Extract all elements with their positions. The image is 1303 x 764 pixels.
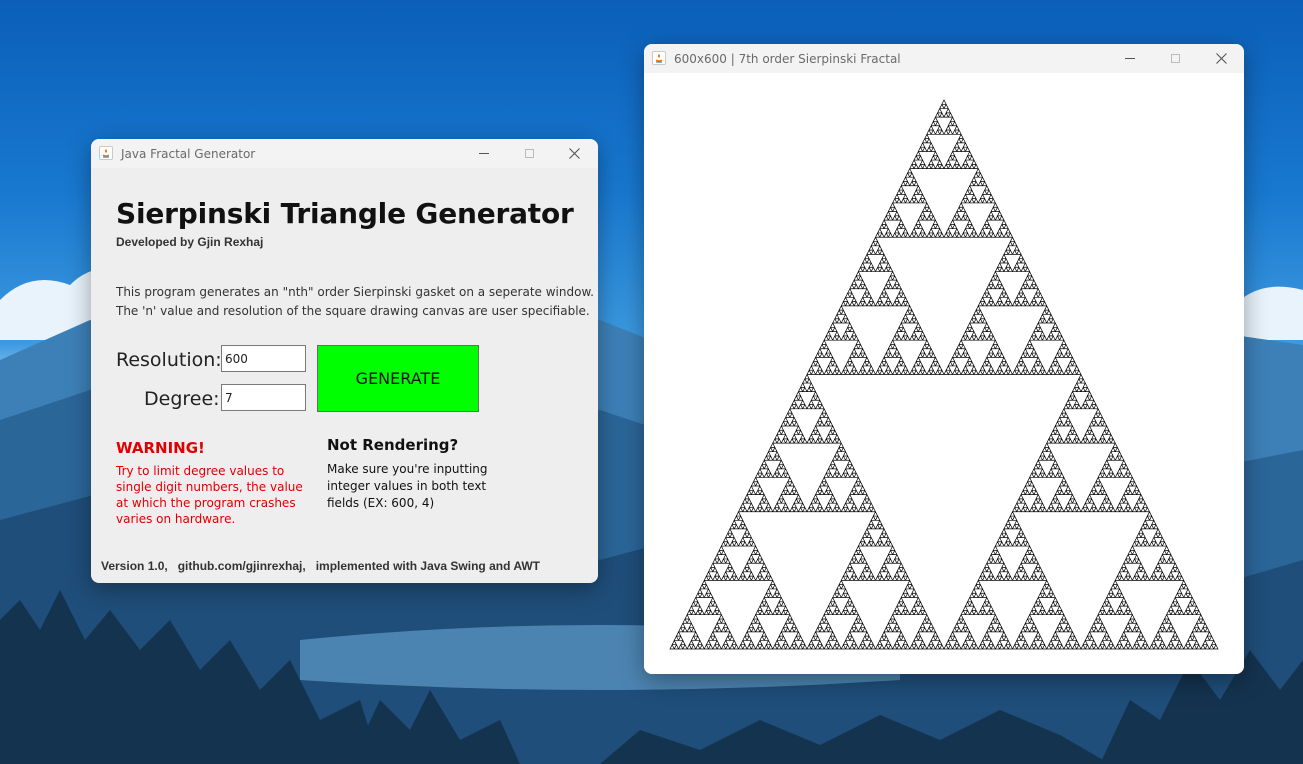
java-icon (99, 146, 113, 160)
minimize-button[interactable] (461, 139, 507, 168)
degree-label: Degree: (144, 388, 220, 410)
description-line: The 'n' value and resolution of the squa… (116, 304, 590, 318)
warning-title: WARNING! (116, 439, 205, 457)
close-icon (1215, 53, 1227, 64)
warning-line: Try to limit degree values to (116, 464, 285, 478)
fractal-titlebar[interactable]: 600x600 | 7th order Sierpinski Fractal (644, 44, 1244, 73)
developer-credit: Developed by Gjin Rexhaj (116, 235, 264, 249)
not-rendering-line: integer values in both text (327, 479, 487, 493)
maximize-icon (524, 149, 534, 158)
degree-input[interactable] (221, 384, 306, 411)
close-icon (568, 148, 580, 159)
not-rendering-line: fields (EX: 600, 4) (327, 496, 435, 510)
maximize-icon (1170, 54, 1180, 63)
warning-line: at which the program crashes (116, 496, 296, 510)
resolution-label: Resolution: (116, 349, 222, 371)
not-rendering-line: Make sure you're inputting (327, 462, 488, 476)
not-rendering-title: Not Rendering? (327, 436, 459, 454)
generate-button[interactable]: GENERATE (317, 345, 479, 412)
close-button[interactable] (551, 139, 597, 168)
close-button[interactable] (1198, 44, 1244, 73)
desktop: Java Fractal Generator Sierpinski Triang… (0, 0, 1303, 764)
maximize-button[interactable] (506, 139, 552, 168)
fractal-canvas (644, 73, 1244, 674)
generator-titlebar[interactable]: Java Fractal Generator (91, 139, 598, 168)
fractal-window: 600x600 | 7th order Sierpinski Fractal (644, 44, 1244, 674)
warning-line: varies on hardware. (116, 512, 236, 526)
warning-line: single digit numbers, the value (116, 480, 303, 494)
minimize-icon (479, 153, 489, 154)
description-line: This program generates an "nth" order Si… (116, 285, 594, 299)
resolution-input[interactable] (221, 345, 306, 372)
fractal-window-title: 600x600 | 7th order Sierpinski Fractal (674, 52, 901, 66)
generator-window: Java Fractal Generator Sierpinski Triang… (91, 139, 598, 583)
footer-info: Version 1.0, github.com/gjinrexhaj, impl… (101, 559, 540, 573)
maximize-button[interactable] (1152, 44, 1198, 73)
page-title: Sierpinski Triangle Generator (116, 197, 574, 230)
sierpinski-fractal (669, 99, 1219, 650)
minimize-button[interactable] (1107, 44, 1153, 73)
generator-window-title: Java Fractal Generator (121, 147, 256, 161)
java-icon (652, 51, 666, 65)
minimize-icon (1125, 58, 1135, 59)
